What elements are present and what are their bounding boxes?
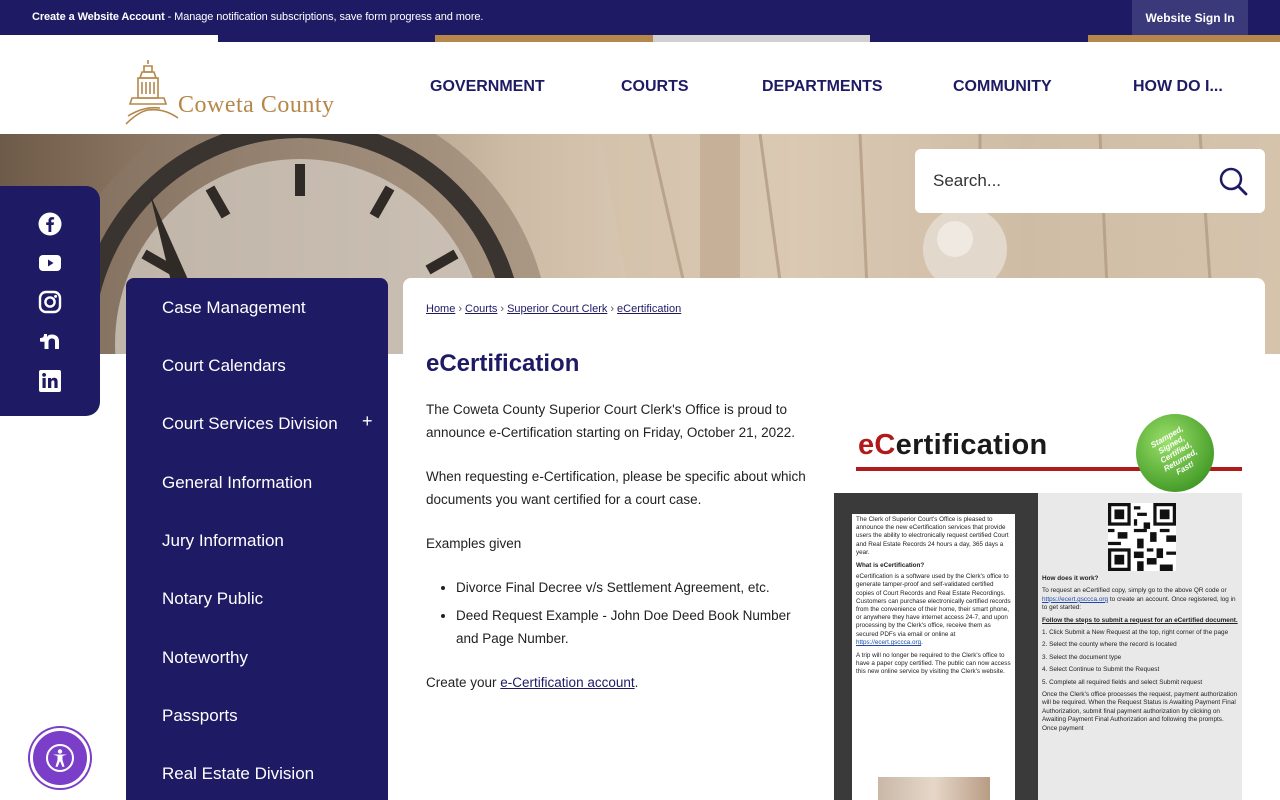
flyer-step: 5. Complete all required fields and sele… (1042, 678, 1203, 686)
flyer-how-intro-a: To request an eCertified copy, simply go… (1042, 587, 1227, 595)
flyer-heading-rest: ertification (895, 429, 1048, 461)
sign-in-button[interactable]: Website Sign In (1132, 0, 1248, 35)
nextdoor-icon[interactable] (38, 329, 62, 353)
account-message-text: - Manage notification subscriptions, sav… (164, 11, 484, 23)
flyer-trip-text: A trip will no longer be required to the… (856, 652, 1011, 676)
site-header: Coweta County GOVERNMENT COURTS DEPARTME… (0, 42, 1280, 134)
request-paragraph: When requesting e-Certification, please … (426, 469, 806, 507)
menu-real-estate-division[interactable]: Real Estate Division (162, 764, 314, 784)
ecertification-account-link[interactable]: e-Certification account (500, 675, 634, 690)
menu-court-services-division[interactable]: Court Services Division (162, 414, 338, 434)
breadcrumb-courts[interactable]: Courts (465, 303, 497, 315)
create-account-period: . (634, 675, 639, 690)
badge-text: Stamped, Signed, Certified, Returned, Fa… (1149, 424, 1199, 477)
youtube-icon[interactable] (38, 251, 62, 275)
ecertification-flyer[interactable]: eCertification Stamped, Signed, Certifie… (834, 413, 1242, 800)
flyer-left-card: The Clerk of Superior Court's Office is … (852, 514, 1015, 800)
search-icon (1219, 167, 1248, 196)
search-input[interactable] (933, 167, 1203, 195)
nav-courts[interactable]: COURTS (621, 78, 689, 96)
instagram-icon[interactable] (38, 290, 62, 314)
flyer-what-heading: What is eCertification? (856, 562, 925, 570)
flyer-step: 1. Click Submit a New Request at the top… (1042, 629, 1229, 637)
flyer-how-intro: To request an eCertified copy, simply go… (1042, 587, 1240, 612)
examples-heading: Examples given (426, 536, 522, 551)
create-account-text: Create your (426, 675, 501, 690)
nav-how-do-i[interactable]: HOW DO I... (1133, 78, 1223, 96)
flyer-photo (878, 777, 990, 800)
flyer-intro: The Clerk of Superior Court's Office is … (856, 516, 1009, 556)
flyer-left-link: https://ecert.gsccca.org (856, 638, 922, 646)
linkedin-icon[interactable] (38, 369, 62, 393)
create-account-paragraph: Create your e-Certification account. (426, 671, 816, 694)
flyer-how-heading: How does it work? (1042, 575, 1099, 582)
intro-paragraph: The Coweta County Superior Court Clerk's… (426, 402, 795, 440)
coweta-county-logo[interactable]: Coweta County (124, 58, 380, 128)
nav-government[interactable]: GOVERNMENT (430, 78, 545, 96)
flyer-heading: eCertification (858, 429, 1048, 462)
main-content: Home › Courts › Superior Court Clerk › eCertif… (403, 278, 1265, 800)
breadcrumb-ecertification[interactable]: eCertification (617, 303, 681, 315)
flyer-step: 3. Select the document type (1042, 653, 1122, 661)
flyer-outro: Once the Clerk's office processes the re… (1042, 691, 1238, 732)
expand-court-services-button[interactable]: + (362, 411, 373, 432)
color-stripes (0, 35, 1280, 42)
flyer-steps-heading: Follow the steps to submit a request for… (1042, 616, 1238, 624)
menu-case-management[interactable]: Case Management (162, 298, 306, 318)
courthouse-logo-icon (125, 60, 179, 125)
facebook-icon[interactable] (38, 212, 62, 236)
menu-jury-information[interactable]: Jury Information (162, 531, 284, 551)
breadcrumb-home[interactable]: Home (426, 303, 455, 315)
nav-community[interactable]: COMMUNITY (953, 78, 1052, 96)
flyer-heading-accent: eC (858, 429, 896, 461)
flyer-right-text: How does it work? To request an eCertifi… (1042, 575, 1240, 737)
list-item: Deed Request Example - John Doe Deed Boo… (456, 604, 816, 650)
menu-general-information[interactable]: General Information (162, 473, 312, 493)
flyer-step: 4. Select Continue to Submit the Request (1042, 666, 1160, 674)
menu-court-calendars[interactable]: Court Calendars (162, 356, 286, 376)
flyer-step: 2. Select the county where the record is… (1042, 641, 1177, 649)
section-menu: Case Management Court Calendars Court Se… (126, 278, 388, 800)
accessibility-icon (46, 744, 74, 772)
page-body: The Coweta County Superior Court Clerk's… (426, 398, 816, 715)
search-box (915, 149, 1265, 213)
stamp-badge: Stamped, Signed, Certified, Returned, Fa… (1136, 414, 1214, 492)
top-bar: Create a Website Account - Manage notifi… (0, 0, 1280, 35)
nav-departments[interactable]: DEPARTMENTS (762, 78, 883, 96)
examples-list: Divorce Final Decree v/s Settlement Agre… (456, 576, 816, 650)
breadcrumb-superior-court-clerk[interactable]: Superior Court Clerk (507, 303, 607, 315)
page-title: eCertification (426, 350, 580, 377)
menu-noteworthy[interactable]: Noteworthy (162, 648, 248, 668)
social-links (0, 186, 100, 416)
list-item: Divorce Final Decree v/s Settlement Agre… (456, 576, 816, 599)
flyer-what-text: eCertification is a software used by the… (856, 573, 1011, 638)
flyer-what-body: eCertification is a software used by the… (856, 573, 1011, 646)
search-button[interactable] (1215, 163, 1251, 199)
flyer-right-panel: How does it work? To request an eCertifi… (1038, 493, 1242, 800)
breadcrumb: Home › Courts › Superior Court Clerk › eCertif… (426, 303, 682, 315)
account-message[interactable]: Create a Website Account - Manage notifi… (32, 11, 483, 23)
accessibility-button[interactable] (30, 728, 90, 788)
qr-code-icon (1108, 503, 1176, 571)
logo-text: Coweta County (178, 92, 335, 118)
create-account-link[interactable]: Create a Website Account (32, 11, 165, 23)
menu-passports[interactable]: Passports (162, 706, 238, 726)
flyer-right-link: https://ecert.gsccca.org (1042, 595, 1109, 603)
menu-notary-public[interactable]: Notary Public (162, 589, 263, 609)
